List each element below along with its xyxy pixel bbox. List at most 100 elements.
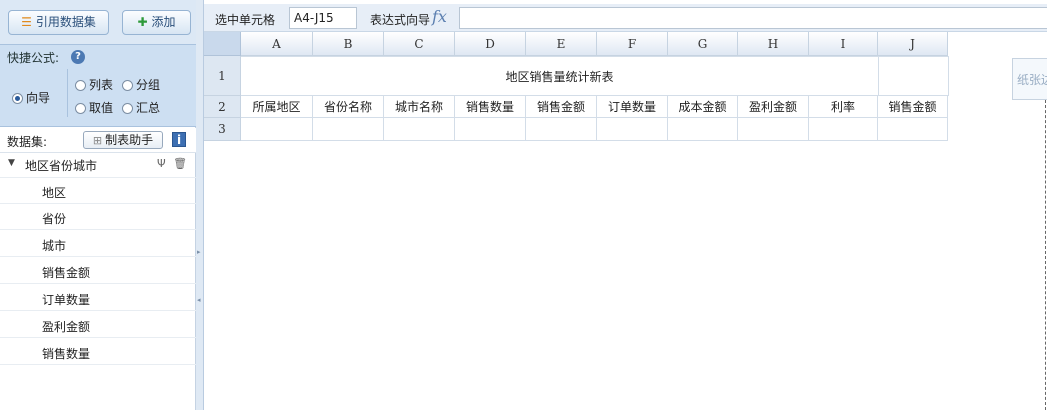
- field-label: 城市: [42, 239, 67, 253]
- field-item[interactable]: 销售数量: [0, 339, 196, 365]
- field-item[interactable]: 城市: [0, 231, 196, 257]
- header-cell[interactable]: 销售金额: [878, 96, 948, 118]
- empty-cell[interactable]: [313, 118, 384, 141]
- empty-cell[interactable]: [455, 118, 526, 141]
- empty-cell[interactable]: [668, 118, 738, 141]
- header-cell[interactable]: 销售金额: [526, 96, 597, 118]
- formula-bar: 选中单元格 A4-J15 表达式向导 fx: [204, 4, 1047, 32]
- panel-splitter[interactable]: ▸ ◂: [196, 0, 204, 410]
- radio-group-label: 分组: [136, 78, 161, 92]
- empty-cell[interactable]: [384, 118, 455, 141]
- radio-summary[interactable]: 汇总: [122, 99, 160, 116]
- empty-cell[interactable]: [526, 118, 597, 141]
- empty-cell[interactable]: [809, 118, 878, 141]
- column-header-f[interactable]: F: [597, 32, 668, 56]
- spreadsheet: ABCDEFGHIJ 1 2 3 地区销售量统计新表 所属地区 省份名称 城市名称销…: [204, 32, 1047, 410]
- empty-cell[interactable]: [878, 118, 948, 141]
- tree-root-label: 地区省份城市: [25, 159, 98, 173]
- field-label: 盈利金额: [42, 320, 91, 334]
- table-helper-button[interactable]: ⊞ 制表助手: [83, 131, 163, 149]
- table-helper-label: 制表助手: [105, 133, 154, 147]
- trash-icon[interactable]: 🗑: [173, 157, 187, 170]
- radio-summary-label: 汇总: [136, 101, 161, 115]
- ref-dataset-button[interactable]: ☰ 引用数据集: [8, 10, 109, 35]
- header-cell[interactable]: 盈利金额: [738, 96, 809, 118]
- column-header-c[interactable]: C: [384, 32, 455, 56]
- select-all-corner[interactable]: [204, 32, 241, 56]
- cell-ref-field[interactable]: A4-J15: [289, 7, 357, 29]
- expand-arrow-icon[interactable]: ▸: [197, 248, 201, 256]
- quick-formula-panel: 快捷公式: ? 向导 列表 分组 取值 汇总: [0, 44, 196, 127]
- dataset-bar: 数据集: ⊞ 制表助手 i: [0, 128, 196, 153]
- info-icon[interactable]: i: [172, 132, 186, 147]
- empty-cell[interactable]: [241, 118, 313, 141]
- radio-list-label: 列表: [89, 78, 114, 92]
- radio-value-dot: [75, 103, 86, 114]
- ref-dataset-label: 引用数据集: [35, 15, 96, 29]
- field-item[interactable]: 地区: [0, 178, 196, 204]
- field-item[interactable]: 省份: [0, 204, 196, 230]
- radio-guide-dot: [12, 93, 23, 104]
- table-icon: ⊞: [92, 134, 103, 147]
- fx-icon[interactable]: fx: [432, 7, 447, 26]
- plus-icon: ✚: [137, 15, 148, 29]
- column-header-g[interactable]: G: [668, 32, 738, 56]
- dataset-title: 数据集:: [7, 135, 48, 149]
- field-label: 地区: [42, 186, 67, 200]
- radio-list[interactable]: 列表: [75, 76, 113, 93]
- column-header-b[interactable]: B: [313, 32, 384, 56]
- field-item[interactable]: 销售金额: [0, 258, 196, 284]
- help-icon[interactable]: ?: [71, 50, 85, 64]
- filter-icon[interactable]: Ψ: [157, 157, 166, 170]
- header-cell[interactable]: 省份名称: [313, 96, 384, 118]
- column-header-i[interactable]: I: [809, 32, 878, 56]
- row-header-1[interactable]: 1: [204, 56, 241, 96]
- add-label: 添加: [151, 15, 176, 29]
- field-item[interactable]: 订单数量: [0, 285, 196, 311]
- row-header-3[interactable]: 3: [204, 118, 241, 141]
- column-header-e[interactable]: E: [526, 32, 597, 56]
- header-cell[interactable]: 订单数量: [597, 96, 668, 118]
- empty-cell[interactable]: [597, 118, 668, 141]
- radio-group[interactable]: 分组: [122, 76, 160, 93]
- radio-value-label: 取值: [89, 101, 114, 115]
- option-divider: [67, 69, 69, 117]
- field-label: 订单数量: [42, 293, 91, 307]
- column-header-d[interactable]: D: [455, 32, 526, 56]
- collapse-triangle-icon[interactable]: ▼: [8, 158, 15, 168]
- report-title-cell[interactable]: 地区销售量统计新表: [241, 56, 879, 96]
- list-icon: ☰: [21, 15, 32, 29]
- column-header-j[interactable]: J: [878, 32, 948, 56]
- empty-cell[interactable]: [738, 118, 809, 141]
- expr-wizard-label: 表达式向导: [370, 13, 431, 27]
- header-cell[interactable]: 城市名称: [384, 96, 455, 118]
- left-panel: ☰ 引用数据集 ✚ 添加 快捷公式: ? 向导 列表 分组 取值 汇总 数据集: ⊞…: [0, 0, 196, 410]
- field-label: 销售数量: [42, 347, 91, 361]
- paper-edge-hint: 纸张边: [1012, 58, 1047, 100]
- column-header-a[interactable]: A: [241, 32, 313, 56]
- tree-root-item[interactable]: ▼ 地区省份城市 Ψ 🗑: [0, 153, 196, 178]
- header-cell[interactable]: 利率: [809, 96, 878, 118]
- radio-list-dot: [75, 80, 86, 91]
- page-break-line: [1045, 100, 1046, 410]
- formula-input[interactable]: [459, 7, 1047, 29]
- selected-cell-label: 选中单元格: [215, 13, 276, 27]
- row-header-2[interactable]: 2: [204, 96, 241, 118]
- radio-summary-dot: [122, 103, 133, 114]
- header-cell[interactable]: 销售数量: [455, 96, 526, 118]
- field-item[interactable]: 盈利金额: [0, 312, 196, 338]
- radio-value[interactable]: 取值: [75, 99, 113, 116]
- header-cell[interactable]: 成本金额: [668, 96, 738, 118]
- column-header-h[interactable]: H: [738, 32, 809, 56]
- header-cell[interactable]: 所属地区: [241, 96, 313, 118]
- add-button[interactable]: ✚ 添加: [122, 10, 191, 35]
- radio-group-dot: [122, 80, 133, 91]
- quick-formula-title: 快捷公式:: [7, 51, 60, 65]
- left-toolbar: ☰ 引用数据集 ✚ 添加: [0, 0, 196, 44]
- radio-guide-label: 向导: [26, 91, 51, 105]
- field-label: 销售金额: [42, 266, 91, 280]
- collapse-arrow-icon[interactable]: ◂: [197, 296, 201, 304]
- cell-j1[interactable]: [879, 56, 949, 96]
- field-label: 省份: [42, 212, 67, 226]
- radio-guide[interactable]: 向导: [12, 89, 50, 106]
